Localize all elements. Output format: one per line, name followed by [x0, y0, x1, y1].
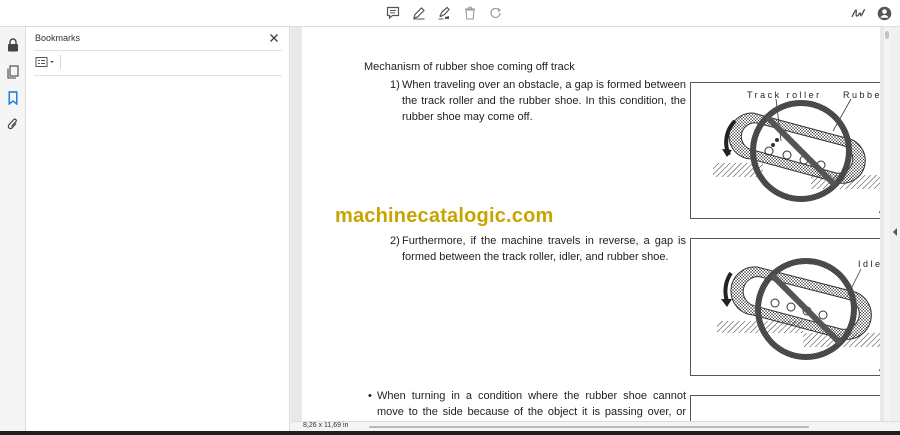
- top-toolbar: [0, 0, 900, 27]
- pdf-page: Mechanism of rubber shoe coming off trac…: [302, 27, 880, 421]
- bookmark-options-icon[interactable]: [35, 56, 57, 68]
- section-heading: Mechanism of rubber shoe coming off trac…: [364, 61, 575, 73]
- track-diagram-1: [713, 98, 880, 202]
- close-icon[interactable]: [268, 31, 280, 43]
- item-text: When traveling over an obstacle, a gap i…: [402, 79, 686, 123]
- pen-icon[interactable]: [409, 4, 429, 22]
- divider: [60, 55, 61, 69]
- vertical-scrollbar[interactable]: [884, 27, 890, 421]
- attachment-icon[interactable]: [4, 115, 22, 133]
- comment-icon[interactable]: [383, 4, 403, 22]
- bookmarks-panel: Bookmarks: [26, 27, 290, 435]
- bookmark-icon[interactable]: [4, 89, 22, 107]
- list-item: • When turning in a condition where the …: [368, 388, 686, 421]
- highlighter-icon[interactable]: [434, 4, 454, 22]
- list-item: 1) When traveling over an obstacle, a ga…: [390, 77, 686, 125]
- trash-icon[interactable]: [460, 4, 480, 22]
- account-icon[interactable]: [874, 4, 894, 22]
- left-rail: [0, 27, 26, 435]
- item-text: Furthermore, if the machine travels in r…: [402, 235, 686, 263]
- item-text: When turning in a condition where the ru…: [377, 390, 686, 418]
- panel-title: Bookmarks: [35, 33, 81, 43]
- status-bar: 8,26 x 11,69 in: [291, 421, 900, 431]
- figure-turning-condition: [690, 395, 880, 421]
- divider: [34, 75, 282, 76]
- lock-icon[interactable]: [4, 36, 22, 54]
- figure-track-roller-gap: Track roller Rubber A: [690, 82, 880, 219]
- pdf-viewer: Bookmarks Mechanism of rubber shoe comin…: [0, 0, 900, 435]
- page-size-label: 8,26 x 11,69 in: [303, 422, 349, 429]
- divider: [34, 50, 282, 51]
- taskbar-edge: [0, 431, 900, 435]
- watermark: machinecatalogic.com: [335, 205, 554, 227]
- horizontal-scrollbar[interactable]: [369, 426, 809, 428]
- sign-icon[interactable]: [848, 4, 868, 22]
- list-item: 2) Furthermore, if the machine travels i…: [390, 233, 686, 265]
- item-number: 1): [390, 79, 400, 91]
- figure-reverse-travel-gap: Idle A: [690, 238, 880, 376]
- bullet: •: [368, 390, 372, 402]
- pages-icon[interactable]: [4, 63, 22, 81]
- scrollbar-thumb[interactable]: [885, 31, 889, 39]
- redo-icon[interactable]: [486, 4, 506, 22]
- track-diagram-2: [717, 258, 880, 360]
- collapse-right-icon[interactable]: [892, 224, 898, 236]
- item-number: 2): [390, 235, 400, 247]
